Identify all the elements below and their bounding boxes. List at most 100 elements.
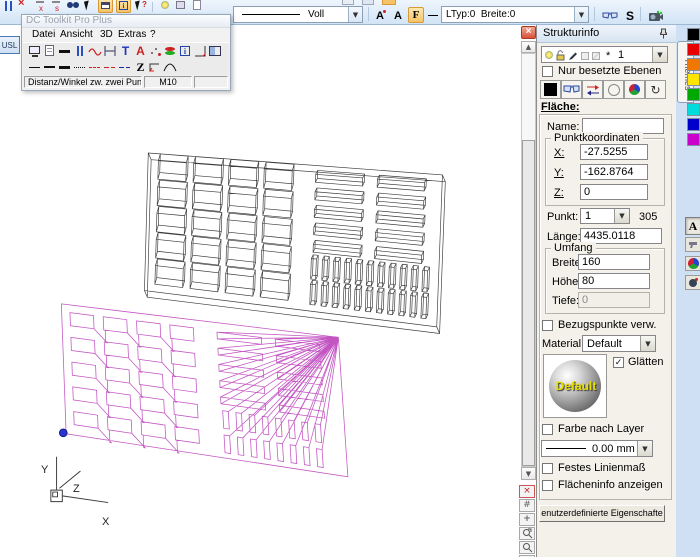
palette-color-1[interactable] bbox=[687, 43, 700, 56]
toolbar-icon-fragment[interactable] bbox=[342, 0, 354, 5]
bulb-icon[interactable] bbox=[158, 0, 172, 13]
linetype-combo[interactable]: LTyp:0 Breite:0 ▼ bbox=[441, 6, 589, 23]
color-ball-button[interactable] bbox=[624, 80, 645, 99]
thick-line-icon[interactable] bbox=[58, 44, 73, 59]
line-thin-icon[interactable] bbox=[28, 60, 43, 75]
snap-tool-icon[interactable]: s bbox=[50, 0, 64, 13]
glaetten-checkbox[interactable]: ✓ bbox=[613, 357, 624, 368]
menu-extras[interactable]: Extras bbox=[118, 28, 146, 41]
chevron-down-icon[interactable]: ▼ bbox=[348, 7, 362, 22]
line-width-button[interactable] bbox=[426, 8, 440, 23]
chevron-down-icon[interactable]: ▼ bbox=[640, 336, 655, 351]
help-cursor-icon[interactable]: ? bbox=[134, 0, 148, 13]
dc-toolkit-window[interactable]: DC Toolkit Pro Plus Datei Ansicht 3D Ext… bbox=[21, 14, 231, 91]
glasses-icon[interactable] bbox=[600, 8, 620, 23]
panel-header[interactable]: Strukturinfo bbox=[537, 25, 676, 43]
circle-button[interactable] bbox=[603, 80, 624, 99]
palette-color-5[interactable] bbox=[687, 103, 700, 116]
palette-color-4[interactable] bbox=[687, 88, 700, 101]
window-view-icon[interactable] bbox=[98, 0, 113, 13]
y-coordinate-field[interactable] bbox=[580, 164, 648, 180]
punkt-combo[interactable]: 1 ▼ bbox=[580, 208, 630, 224]
delete-view-button[interactable]: × bbox=[519, 485, 535, 498]
flaecheninfo-checkbox[interactable] bbox=[542, 480, 553, 491]
menu-help[interactable]: ? bbox=[150, 28, 156, 41]
x-coordinate-field[interactable] bbox=[580, 144, 648, 160]
palette-ball-icon[interactable] bbox=[685, 256, 700, 271]
text-height-button[interactable]: A bbox=[372, 8, 388, 23]
fill-color-button[interactable] bbox=[540, 80, 561, 99]
line-style-combo[interactable]: Voll ▼ bbox=[233, 6, 363, 23]
swap-arrows-button[interactable] bbox=[582, 80, 603, 99]
line-dashed-red-icon[interactable] bbox=[88, 60, 103, 75]
scroll-down-button[interactable]: ▼ bbox=[521, 467, 536, 480]
toolbar-icon-fragment[interactable] bbox=[362, 0, 374, 5]
vertical-scrollbar-thumb[interactable] bbox=[522, 140, 535, 466]
line-medium-icon[interactable] bbox=[43, 60, 58, 75]
points-icon[interactable] bbox=[148, 44, 163, 59]
parallel-lines-icon[interactable] bbox=[2, 0, 16, 13]
text-t-icon[interactable]: T bbox=[118, 44, 133, 59]
box-3d-icon[interactable] bbox=[174, 0, 188, 13]
toolbar-icon-fragment[interactable] bbox=[382, 0, 396, 5]
pin-icon[interactable] bbox=[659, 28, 668, 40]
zoom-window-button[interactable] bbox=[519, 527, 535, 540]
tool-icon[interactable] bbox=[685, 237, 700, 252]
document-close-button[interactable]: × bbox=[521, 26, 536, 39]
text-a-icon[interactable]: A bbox=[133, 44, 148, 59]
select-cursor-icon[interactable] bbox=[82, 0, 96, 13]
material-preview[interactable]: Default bbox=[543, 354, 607, 418]
info-icon[interactable]: i bbox=[178, 44, 193, 59]
line-dashdot-red-icon[interactable] bbox=[103, 60, 118, 75]
binoculars-icon[interactable] bbox=[66, 0, 80, 13]
disc-stack-icon[interactable] bbox=[163, 44, 178, 59]
chevron-down-icon[interactable]: ▼ bbox=[652, 47, 667, 62]
menu-3d[interactable]: 3D bbox=[100, 28, 113, 41]
custom-properties-button[interactable]: enutzerdefinierte Eigenschafte bbox=[539, 505, 665, 522]
line-dashdot-blue-icon[interactable] bbox=[118, 60, 133, 75]
chevron-down-icon[interactable]: ▼ bbox=[574, 7, 588, 22]
wave-icon[interactable] bbox=[88, 44, 103, 59]
monitor-icon[interactable] bbox=[28, 44, 43, 59]
line-width-combo[interactable]: 0.00 mm ▼ bbox=[541, 440, 653, 457]
left-edge-tab[interactable]: USL bbox=[0, 36, 20, 54]
layer-selector-combo[interactable]: * 1 ▼ bbox=[541, 46, 668, 63]
window-title[interactable]: DC Toolkit Pro Plus bbox=[22, 15, 230, 28]
chevron-down-icon[interactable]: ▼ bbox=[614, 209, 629, 223]
rotate-button[interactable]: ↻ bbox=[645, 80, 666, 99]
grid-toggle-button[interactable]: # bbox=[519, 499, 535, 512]
arc-icon[interactable] bbox=[163, 60, 178, 75]
delete-cross-icon[interactable]: × bbox=[18, 0, 32, 13]
chevron-down-icon[interactable]: ▼ bbox=[637, 441, 652, 456]
palette-color-6[interactable] bbox=[687, 118, 700, 131]
camera-icon[interactable] bbox=[646, 8, 666, 23]
page-icon[interactable] bbox=[43, 44, 58, 59]
s-button[interactable]: S bbox=[623, 8, 637, 23]
breite-field[interactable] bbox=[578, 254, 650, 270]
split-window-icon[interactable] bbox=[208, 44, 223, 59]
angle-icon[interactable] bbox=[193, 44, 208, 59]
farbe-nach-layer-checkbox[interactable] bbox=[542, 424, 553, 435]
text-style-button[interactable]: A bbox=[390, 8, 406, 23]
corner-icon[interactable] bbox=[148, 60, 163, 75]
sheet-icon[interactable] bbox=[190, 0, 204, 13]
hoehe-field[interactable] bbox=[578, 273, 650, 289]
z-coordinate-field[interactable] bbox=[580, 184, 648, 200]
pan-button[interactable]: + bbox=[519, 513, 535, 526]
menu-ansicht[interactable]: Ansicht bbox=[60, 28, 93, 41]
festes-linienmass-checkbox[interactable] bbox=[542, 463, 553, 474]
text-tool-button[interactable]: A bbox=[685, 217, 700, 235]
parallel-lines-icon[interactable] bbox=[73, 44, 88, 59]
caliper-icon[interactable] bbox=[103, 44, 118, 59]
bezugspunkte-checkbox[interactable] bbox=[542, 320, 553, 331]
z-order-icon[interactable]: Z bbox=[133, 60, 148, 75]
pipette-icon[interactable] bbox=[685, 275, 700, 290]
zoom-button[interactable] bbox=[519, 541, 535, 554]
font-button[interactable]: F bbox=[408, 7, 424, 23]
view-glasses-button[interactable] bbox=[561, 80, 582, 99]
palette-color-0[interactable] bbox=[687, 28, 700, 41]
scroll-up-button[interactable]: ▲ bbox=[521, 41, 536, 53]
line-thick-icon[interactable] bbox=[58, 60, 73, 75]
palette-color-2[interactable] bbox=[687, 58, 700, 71]
nur-besetzte-checkbox[interactable] bbox=[542, 66, 553, 77]
